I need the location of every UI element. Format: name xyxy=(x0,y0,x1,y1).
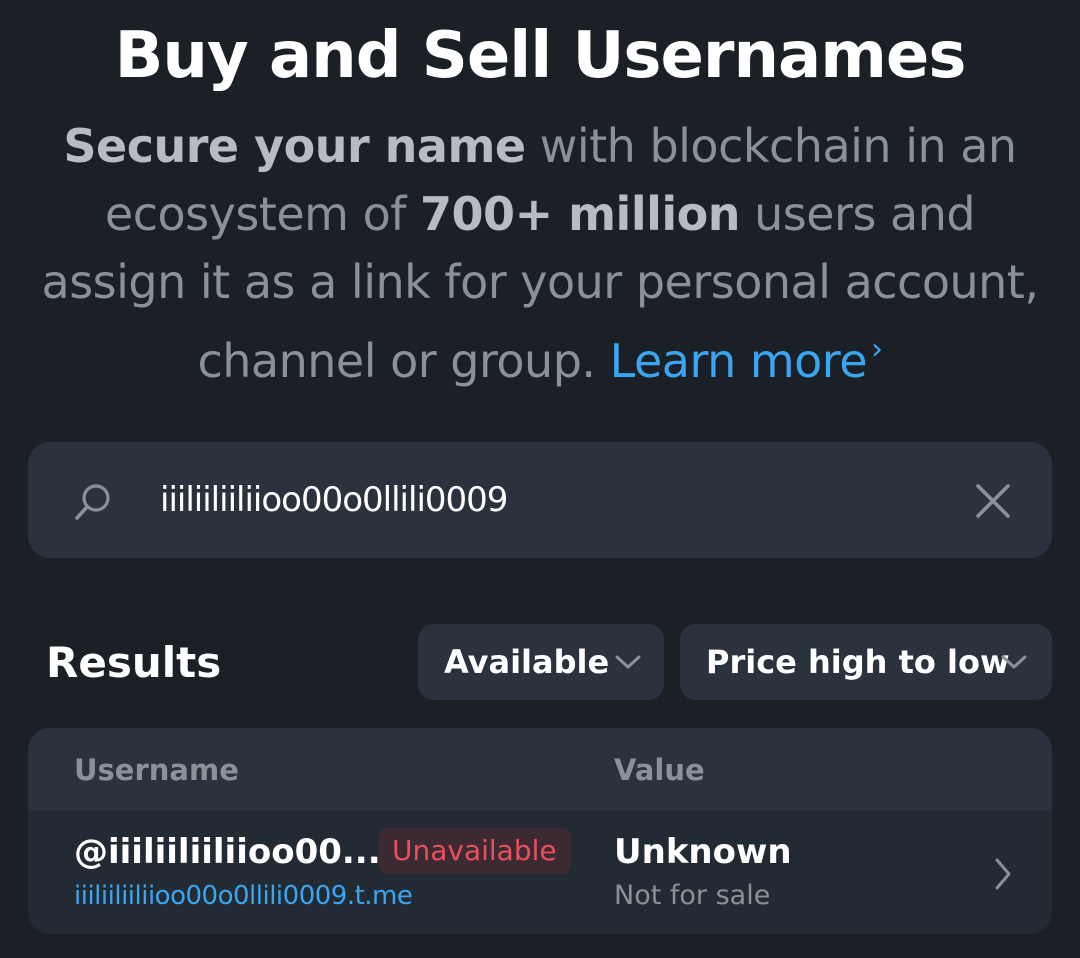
availability-filter-dropdown[interactable]: Available xyxy=(418,624,664,700)
learn-more-link[interactable]: Learn more › xyxy=(609,332,883,388)
chevron-down-icon xyxy=(615,655,641,669)
row-username: @iiiliiliiliioo00... xyxy=(74,832,381,872)
table-header: Username Value xyxy=(28,728,1052,810)
page-title: Buy and Sell Usernames xyxy=(114,19,967,93)
row-value: Unknown xyxy=(614,832,792,872)
results-heading: Results xyxy=(46,638,222,687)
subtitle-bold-secure: Secure your name xyxy=(63,119,526,173)
column-header-value[interactable]: Value xyxy=(614,750,705,790)
status-badge: Unavailable xyxy=(378,828,571,874)
chevron-right-icon: › xyxy=(871,332,883,367)
page-subtitle: Secure your name with blockchain in an e… xyxy=(40,112,1040,395)
chevron-right-icon xyxy=(995,858,1011,890)
row-sale-status: Not for sale xyxy=(614,880,771,911)
chevron-down-icon xyxy=(1001,655,1027,669)
sort-order-value: Price high to low xyxy=(706,643,1010,681)
sort-order-dropdown[interactable]: Price high to low xyxy=(680,624,1052,700)
username-marketplace-page: Buy and Sell Usernames Secure your name … xyxy=(0,0,1080,958)
search-input[interactable] xyxy=(160,472,940,528)
learn-more-label: Learn more xyxy=(609,334,868,388)
username-link[interactable]: iiiliiliiliioo00o0llili0009.t.me xyxy=(74,878,413,914)
search-icon xyxy=(75,484,110,520)
results-table: Username Value @iiiliiliiliioo00... Unav… xyxy=(28,728,1052,934)
subtitle-bold-users: 700+ million xyxy=(420,187,740,241)
availability-filter-value: Available xyxy=(444,643,610,681)
close-icon[interactable] xyxy=(974,482,1012,520)
column-header-username[interactable]: Username xyxy=(74,750,239,790)
